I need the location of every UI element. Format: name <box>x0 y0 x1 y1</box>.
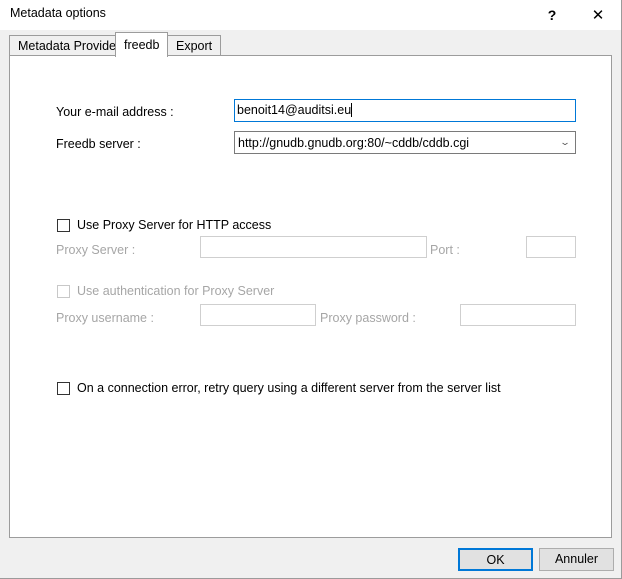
dialog-footer: OK Annuler <box>0 539 621 578</box>
tab-strip: Metadata Provider freedb Export <box>9 32 612 57</box>
ok-button[interactable]: OK <box>458 548 533 571</box>
use-proxy-checkbox[interactable]: Use Proxy Server for HTTP access <box>57 218 271 232</box>
tab-freedb[interactable]: freedb <box>115 32 169 57</box>
cancel-button[interactable]: Annuler <box>539 548 614 571</box>
use-authentication-checkbox[interactable]: Use authentication for Proxy Server <box>57 284 274 298</box>
tab-export[interactable]: Export <box>167 35 222 56</box>
tab-label: Metadata Provider <box>18 38 121 53</box>
proxy-server-field[interactable] <box>200 236 427 258</box>
proxy-username-field[interactable] <box>200 304 316 326</box>
freedb-tab-panel: Your e-mail address : benoit14@auditsi.e… <box>9 55 612 538</box>
window-title: Metadata options <box>10 6 106 20</box>
title-bar: Metadata options ? ✕ <box>0 0 621 31</box>
freedb-server-combobox[interactable]: http://gnudb.gnudb.org:80/~cddb/cddb.cgi… <box>234 131 576 154</box>
server-value: http://gnudb.gnudb.org:80/~cddb/cddb.cgi <box>238 135 470 150</box>
metadata-options-dialog: Metadata options ? ✕ Metadata Provider f… <box>0 0 622 579</box>
email-label: Your e-mail address : <box>56 105 174 119</box>
help-icon[interactable]: ? <box>529 0 575 30</box>
tab-label: Export <box>176 38 213 53</box>
server-label: Freedb server : <box>56 137 141 151</box>
tab-metadata-provider[interactable]: Metadata Provider <box>9 35 130 56</box>
use-proxy-label: Use Proxy Server for HTTP access <box>77 218 272 232</box>
chevron-down-icon[interactable]: ⌄ <box>550 138 580 147</box>
port-field[interactable] <box>526 236 576 258</box>
retry-on-error-label: On a connection error, retry query using… <box>77 381 501 395</box>
email-value: benoit14@auditsi.eu <box>237 103 352 117</box>
close-icon[interactable]: ✕ <box>575 0 621 30</box>
email-field[interactable]: benoit14@auditsi.eu <box>234 99 576 122</box>
checkbox-box <box>57 284 70 298</box>
port-label: Port : <box>430 243 460 257</box>
retry-on-error-checkbox[interactable]: On a connection error, retry query using… <box>57 381 501 395</box>
text-caret <box>351 103 353 117</box>
checkbox-box <box>57 218 70 232</box>
proxy-username-label: Proxy username : <box>56 311 154 325</box>
use-authentication-label: Use authentication for Proxy Server <box>77 284 275 298</box>
tab-label: freedb <box>124 37 160 52</box>
proxy-password-label: Proxy password : <box>320 311 416 325</box>
checkbox-box <box>57 381 70 395</box>
proxy-server-label: Proxy Server : <box>56 243 136 257</box>
proxy-password-field[interactable] <box>460 304 576 326</box>
